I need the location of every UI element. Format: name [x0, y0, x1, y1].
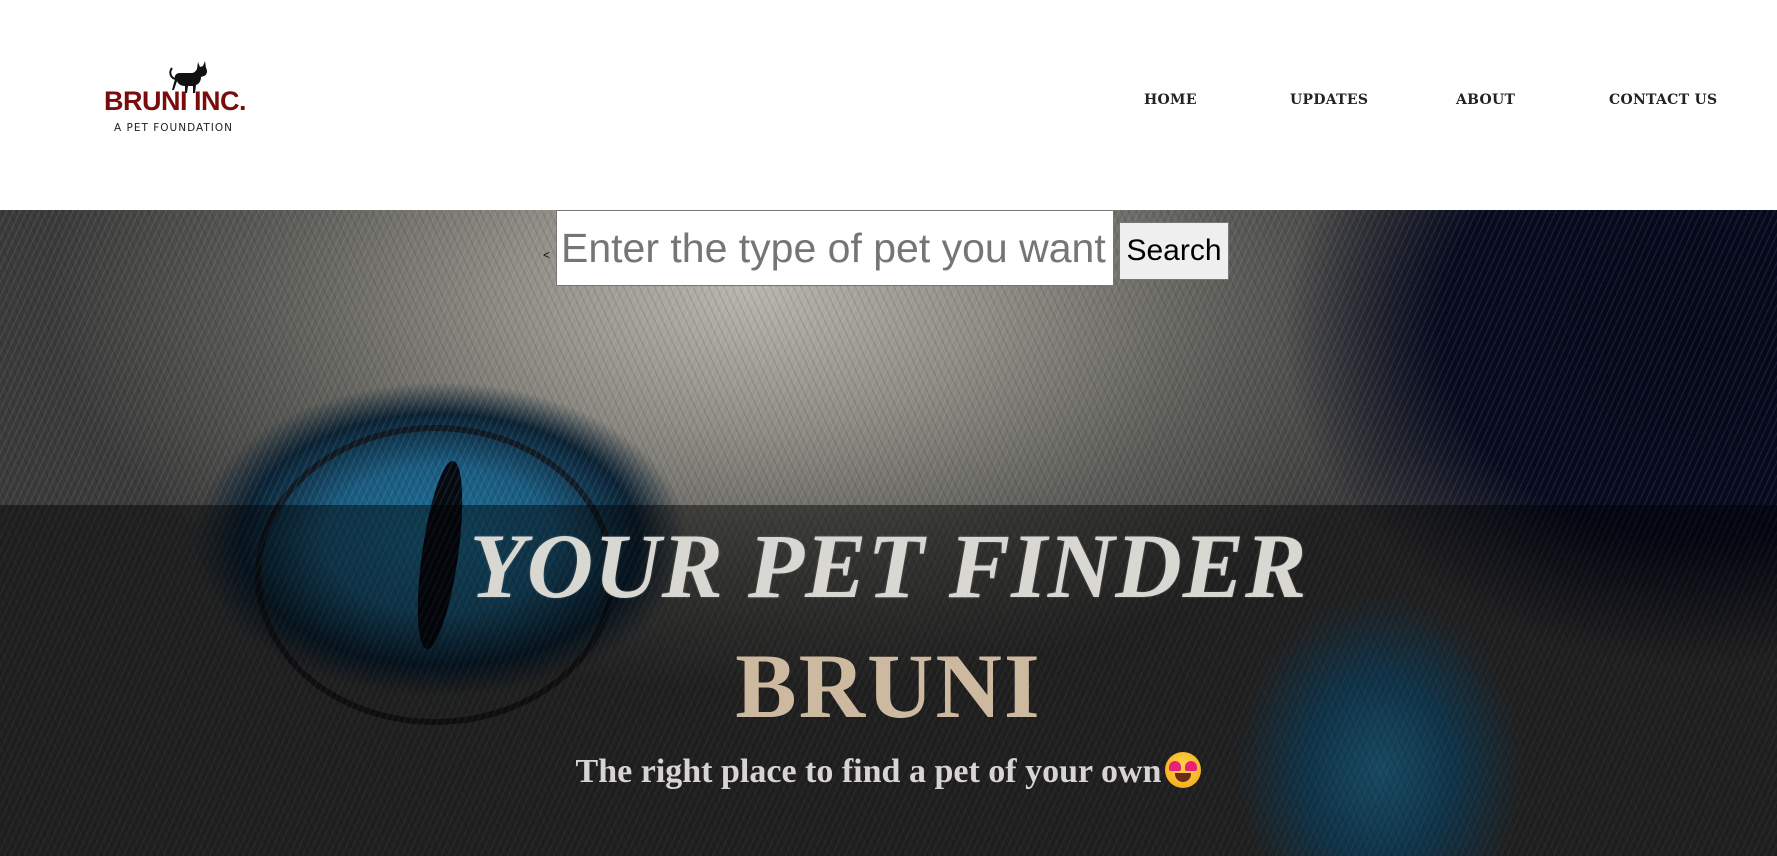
- pet-search-input[interactable]: [556, 210, 1114, 286]
- site-header: BRUNI INC. A PET FOUNDATION HOME UPDATES…: [0, 0, 1777, 210]
- search-arrow-glyph: <: [543, 248, 551, 262]
- hero-subtitle: The right place to find a pet of your ow…: [575, 753, 1162, 790]
- brand-tagline: A PET FOUNDATION: [114, 122, 233, 134]
- heart-eyes-emoji-icon: [1165, 752, 1202, 788]
- nav-home[interactable]: HOME: [1144, 92, 1197, 108]
- nav-updates[interactable]: UPDATES: [1290, 92, 1368, 108]
- brand-name: BRUNI INC.: [104, 86, 247, 116]
- nav-contact-us[interactable]: CONTACT US: [1609, 92, 1717, 108]
- hero-title: YOUR PET FINDER: [469, 515, 1308, 617]
- hero-brand-title: BRUNI: [735, 635, 1042, 737]
- brand-logo[interactable]: BRUNI INC. A PET FOUNDATION: [100, 60, 247, 140]
- hero-subtitle-row: The right place to find a pet of your ow…: [0, 752, 1777, 789]
- nav-about[interactable]: ABOUT: [1456, 92, 1515, 108]
- search-button[interactable]: Search: [1119, 222, 1229, 280]
